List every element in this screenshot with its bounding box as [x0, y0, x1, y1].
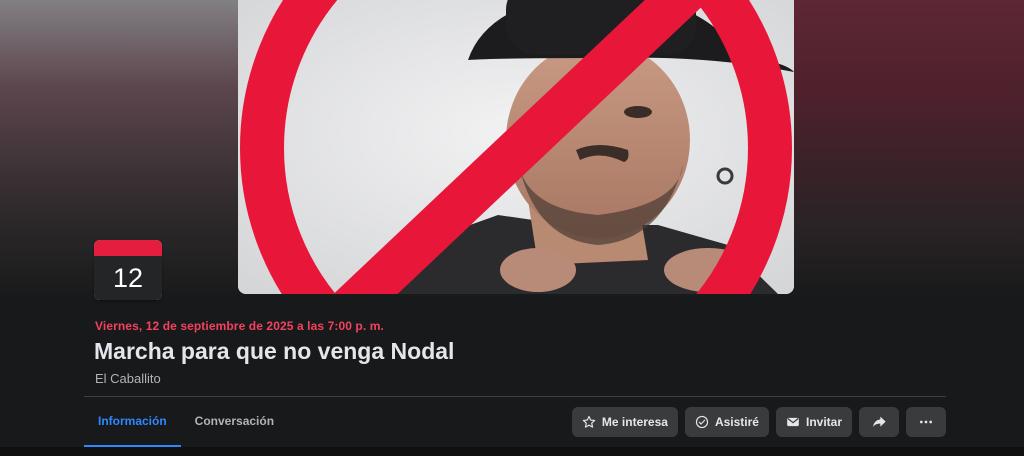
going-button[interactable]: Asistiré [684, 407, 769, 437]
event-datetime: Viernes, 12 de septiembre de 2025 a las … [95, 319, 384, 333]
envelope-icon [786, 415, 800, 429]
event-cover-photo[interactable] [238, 0, 794, 294]
invite-button[interactable]: Invitar [775, 407, 852, 437]
date-badge-header [94, 240, 162, 256]
interested-label: Me interesa [601, 415, 668, 429]
date-badge-day: 12 [94, 256, 162, 300]
going-label: Asistiré [714, 415, 759, 429]
share-button[interactable] [859, 407, 899, 437]
cover-image [238, 0, 794, 294]
event-title: Marcha para que no venga Nodal [94, 338, 455, 364]
star-icon [582, 415, 596, 429]
invite-label: Invitar [805, 415, 842, 429]
interested-button[interactable]: Me interesa [571, 407, 678, 437]
event-tabs: Información Conversación [84, 397, 288, 447]
more-options-button[interactable] [906, 407, 946, 437]
event-location-link[interactable]: El Caballito [95, 371, 161, 386]
tab-informacion[interactable]: Información [84, 397, 181, 447]
share-arrow-icon [871, 414, 887, 430]
event-date-badge: 12 [94, 240, 162, 300]
tab-conversacion[interactable]: Conversación [181, 397, 288, 445]
check-circle-icon [695, 415, 709, 429]
page-bottom-strip [0, 447, 1024, 456]
more-dots-icon [918, 414, 934, 430]
event-actions: Me interesa Asistiré Invitar [571, 407, 946, 437]
